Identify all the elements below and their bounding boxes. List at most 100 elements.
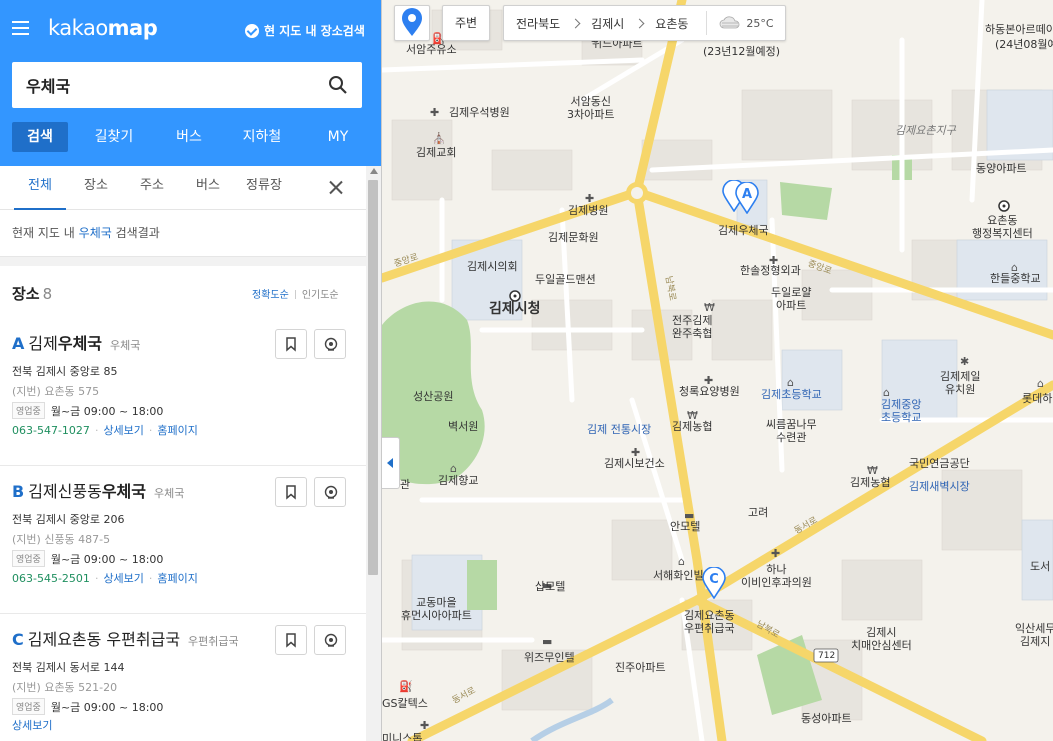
places-heading: 장소 8 bbox=[12, 285, 53, 303]
map-label[interactable]: 김제우석병원 bbox=[449, 106, 510, 119]
collapse-panel-button[interactable] bbox=[382, 437, 400, 489]
map-label[interactable]: 청록요양병원 bbox=[679, 385, 740, 398]
map-marker-c[interactable]: C bbox=[702, 567, 726, 599]
map-label[interactable]: 두일로얄 아파트 bbox=[771, 286, 811, 312]
sort-accuracy[interactable]: 정확도순 bbox=[252, 290, 289, 301]
map-label[interactable]: 두일골드맨션 bbox=[535, 273, 596, 286]
location-pin-button[interactable] bbox=[314, 329, 346, 359]
map-label[interactable]: 씨름꿈나무 수련관 bbox=[766, 418, 817, 444]
breadcrumb-dong[interactable]: 요촌동 bbox=[643, 15, 700, 32]
map-label[interactable]: 김제요촌동 우편취급국 bbox=[684, 609, 735, 635]
location-pin-button[interactable] bbox=[314, 477, 346, 507]
map-label[interactable]: 도서 bbox=[1030, 560, 1050, 573]
map-label[interactable]: 동성아파트 bbox=[801, 712, 852, 725]
map-label[interactable]: 요촌동 행정복지센터 bbox=[972, 214, 1033, 240]
phone-link[interactable]: 063-545-2501 bbox=[12, 572, 90, 585]
sort-popularity[interactable]: 인기도순 bbox=[302, 290, 339, 301]
search-icon[interactable] bbox=[328, 75, 348, 95]
map-label[interactable]: 익산세무 김제지 bbox=[1015, 622, 1053, 648]
kakaomap-logo[interactable]: kakaomap bbox=[48, 16, 158, 40]
tab-directions[interactable]: 길찾기 bbox=[68, 122, 160, 152]
map-label[interactable]: 김제초등학교 bbox=[761, 388, 822, 401]
map-label[interactable]: 안모텔 bbox=[670, 520, 700, 533]
map-label[interactable]: 김제 전통시장 bbox=[587, 423, 651, 436]
bookmark-button[interactable] bbox=[275, 625, 307, 655]
map-label[interactable]: 하동본아르떼이 bbox=[985, 23, 1053, 36]
map-label[interactable]: 진주아파트 bbox=[615, 661, 666, 674]
breadcrumb-province[interactable]: 전라북도 bbox=[504, 15, 572, 32]
phone-link[interactable]: 063-547-1027 bbox=[12, 424, 90, 437]
scrollbar-thumb[interactable] bbox=[368, 180, 378, 575]
map-label[interactable]: 한솔정형외과 bbox=[740, 264, 801, 277]
map-label[interactable]: 위즈무인텔 bbox=[524, 651, 575, 664]
close-icon[interactable] bbox=[326, 178, 346, 198]
detail-link[interactable]: 상세보기 bbox=[103, 424, 143, 437]
place-item[interactable]: C 김제요촌동 우편취급국 우편취급국 전북 김제시 동서로 144 (지번) 요촌… bbox=[0, 614, 366, 741]
scrollbar[interactable] bbox=[366, 166, 381, 741]
map-label[interactable]: 김제중앙 초등학교 bbox=[881, 398, 921, 424]
subtab-all[interactable]: 전체 bbox=[14, 166, 66, 210]
map-label[interactable]: 김제시청 bbox=[489, 302, 541, 316]
area-search-button[interactable]: 현 지도 내 장소검색 bbox=[245, 22, 365, 39]
map-label[interactable]: 삽모텔 bbox=[535, 580, 565, 593]
map-label[interactable]: 김제새벽시장 bbox=[909, 480, 970, 493]
scroll-up-arrow[interactable] bbox=[370, 168, 378, 174]
map-label[interactable]: 김제교회 bbox=[416, 146, 456, 159]
subtab-address[interactable]: 주소 bbox=[132, 166, 172, 210]
homepage-link[interactable]: 홈페이지 bbox=[157, 572, 197, 585]
map-label[interactable]: 관 bbox=[400, 478, 410, 491]
map-label[interactable]: 김제문화원 bbox=[548, 231, 599, 244]
detail-link[interactable]: 상세보기 bbox=[103, 572, 143, 585]
map-label[interactable]: 김제시의회 bbox=[467, 260, 518, 273]
tab-search[interactable]: 검색 bbox=[12, 122, 68, 152]
map-marker-a[interactable]: A bbox=[735, 182, 759, 214]
map-label[interactable]: 벽서원 bbox=[448, 420, 478, 433]
menu-icon[interactable] bbox=[12, 21, 29, 35]
my-location-button[interactable] bbox=[394, 5, 430, 41]
tab-subway[interactable]: 지하철 bbox=[218, 122, 306, 152]
place-item[interactable]: B 김제신풍동우체국 우체국 전북 김제시 중앙로 206 (지번) 신풍동 487… bbox=[0, 466, 366, 614]
map-label[interactable]: 국민연금공단 bbox=[909, 457, 970, 470]
nearby-button[interactable]: 주변 bbox=[442, 5, 490, 41]
map-label[interactable]: 김제향교 bbox=[438, 474, 478, 487]
map-label[interactable]: 김제시 치매안심센터 bbox=[851, 626, 912, 652]
tab-bus[interactable]: 버스 bbox=[160, 122, 218, 152]
map-label[interactable]: 서해화인빌 bbox=[653, 569, 704, 582]
map-label[interactable]: 성산공원 bbox=[413, 390, 453, 403]
weather-widget[interactable]: 25°C bbox=[707, 16, 774, 30]
map-label[interactable]: 교동마을 휴먼시아아파트 bbox=[401, 596, 472, 622]
map-view[interactable]: ⛽⌂✚ ⛪✚✚ ₩✚₩ ✚₩▬ ✚⌂▬ ▬⛽✚ ⌂✱⌂ ⌂⌂⌂ 서암주유소 위드… bbox=[382, 0, 1053, 741]
subtab-stop[interactable]: 정류장 bbox=[240, 166, 288, 210]
place-title[interactable]: B 김제신풍동우체국 우체국 bbox=[12, 478, 184, 502]
homepage-link[interactable]: 홈페이지 bbox=[157, 424, 197, 437]
map-label[interactable]: 김제병원 bbox=[568, 204, 608, 217]
subtab-bus[interactable]: 버스 bbox=[188, 166, 228, 210]
map-label[interactable]: 전주김제 완주축협 bbox=[672, 314, 712, 340]
location-pin-button[interactable] bbox=[314, 625, 346, 655]
map-label[interactable]: 미니스톱 bbox=[382, 732, 422, 741]
map-label[interactable]: 하나 이비인후과의원 bbox=[741, 563, 812, 589]
svg-text:C: C bbox=[709, 572, 719, 587]
bookmark-button[interactable] bbox=[275, 477, 307, 507]
detail-link[interactable]: 상세보기 bbox=[12, 719, 52, 732]
bookmark-button[interactable] bbox=[275, 329, 307, 359]
map-label[interactable]: 한들중학교 bbox=[990, 272, 1041, 285]
place-title[interactable]: A 김제우체국 우체국 bbox=[12, 330, 140, 354]
map-label[interactable]: 김제농협 bbox=[850, 476, 890, 489]
search-input[interactable] bbox=[26, 73, 316, 97]
map-label[interactable]: 김제농협 bbox=[672, 420, 712, 433]
map-label[interactable]: 서암동신 3차아파트 bbox=[567, 95, 614, 121]
breadcrumb-city[interactable]: 김제시 bbox=[579, 15, 636, 32]
map-label[interactable]: 동양아파트 bbox=[976, 162, 1027, 175]
map-label[interactable]: 롯데하이 bbox=[1022, 392, 1053, 405]
place-item[interactable]: A 김제우체국 우체국 전북 김제시 중앙로 85 (지번) 요촌동 575 영업중… bbox=[0, 318, 366, 466]
subtab-place[interactable]: 장소 bbox=[76, 166, 116, 210]
map-label[interactable]: 서암주유소 bbox=[406, 43, 457, 56]
map-label[interactable]: GS칼텍스 bbox=[382, 697, 428, 710]
map-label[interactable]: 김제제일 유치원 bbox=[940, 370, 980, 396]
place-title[interactable]: C 김제요촌동 우편취급국 우편취급국 bbox=[12, 626, 239, 650]
map-label[interactable]: 김제우체국 bbox=[718, 224, 769, 237]
map-label[interactable]: 김제시보건소 bbox=[604, 457, 665, 470]
map-label[interactable]: 고려 bbox=[748, 506, 768, 519]
tab-my[interactable]: MY bbox=[306, 122, 370, 152]
